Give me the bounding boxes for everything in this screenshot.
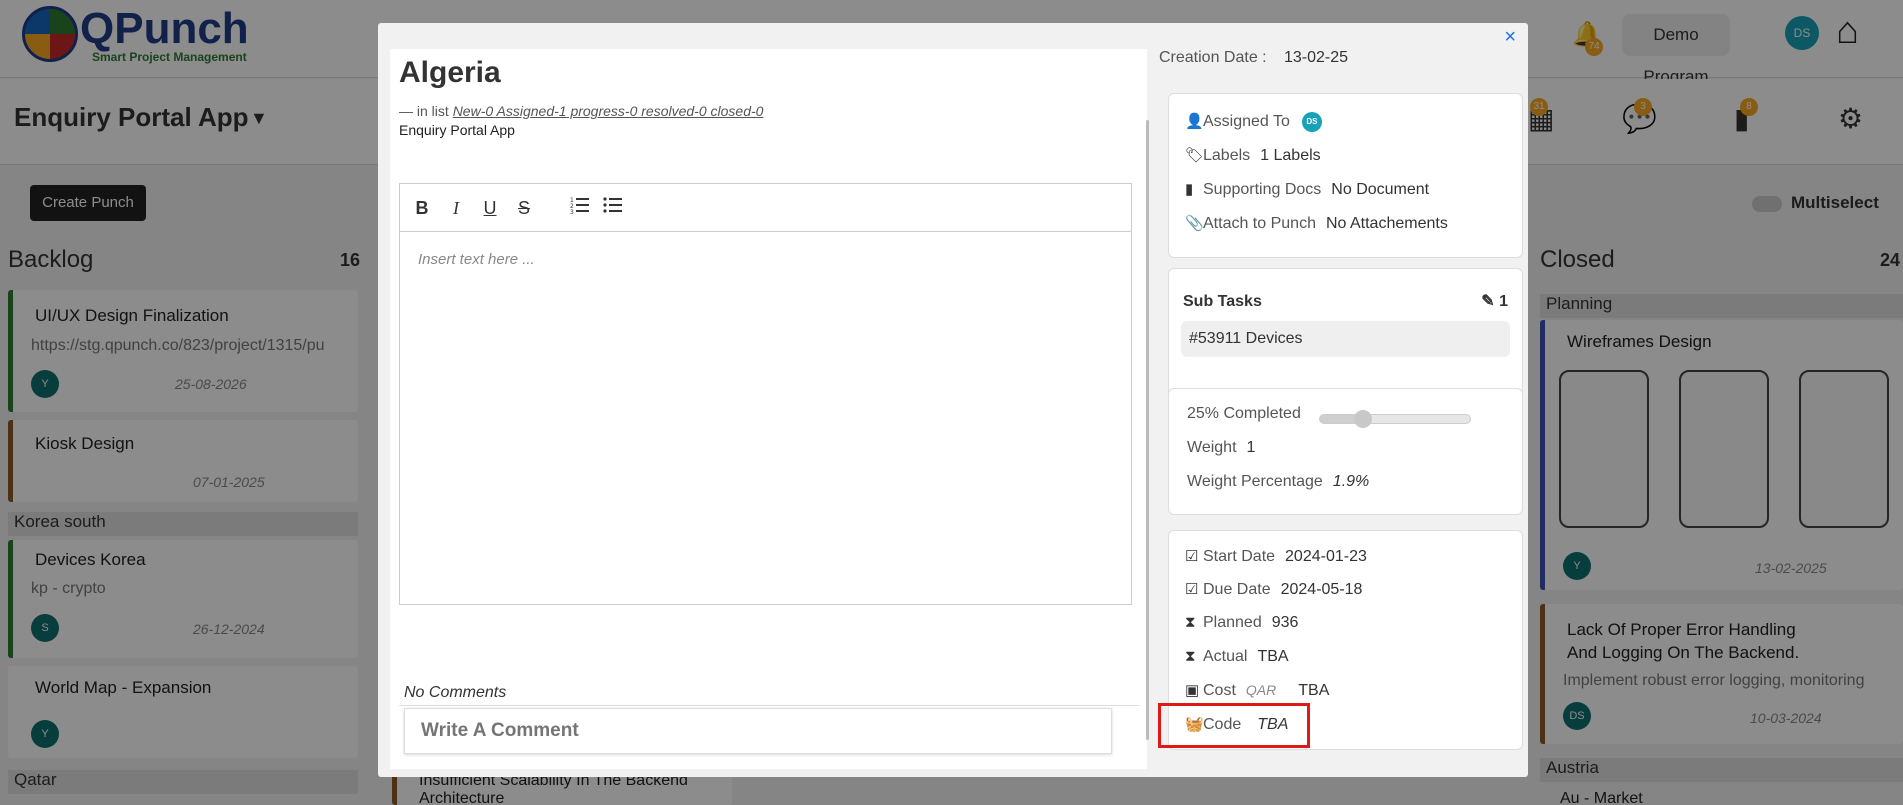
weight-row: Weight 1 (1187, 439, 1255, 457)
hourglass-icon: ⧗ (1185, 648, 1196, 665)
divider (399, 705, 1139, 706)
bullet-list-icon[interactable] (601, 196, 625, 220)
file-icon: ▮ (1185, 181, 1194, 198)
no-comments-text: No Comments (404, 684, 507, 701)
subtasks-title: Sub Tasks (1183, 293, 1262, 310)
scrollbar[interactable] (1146, 120, 1149, 740)
due-date-value: 2024-05-18 (1280, 581, 1363, 598)
docs-value: No Document (1331, 181, 1430, 198)
details-panel: 👤Assigned To DS 🏷Labels 1 Labels ▮ Supporti… (1168, 93, 1523, 258)
code-highlight-box (1158, 703, 1310, 748)
hourglass-icon: ⧗ (1185, 614, 1196, 631)
assigned-label: Assigned To (1203, 113, 1290, 131)
task-title[interactable]: Algeria (399, 56, 501, 90)
weight-pct-value: 1.9% (1332, 473, 1370, 490)
start-date-label: Start Date (1203, 548, 1276, 565)
subtask-item[interactable]: #53911 Devices (1181, 321, 1510, 357)
task-main-pane: Algeria — in list New-0 Assigned-1 progr… (390, 49, 1147, 769)
creation-date-value: 13-02-25 (1284, 49, 1349, 66)
docs-label: Supporting Docs (1203, 181, 1322, 198)
weight-value[interactable]: 1 (1247, 439, 1256, 456)
actual-row[interactable]: ⧗ Actual TBA (1185, 648, 1289, 666)
attach-label: Attach to Punch (1203, 215, 1316, 232)
task-detail-modal: × Algeria — in list New-0 Assigned-1 pro… (378, 23, 1528, 777)
subtasks-count[interactable]: ✎ 1 (1481, 291, 1508, 311)
user-icon: 👤 (1185, 113, 1204, 131)
weight-pct-label: Weight Percentage (1187, 473, 1323, 490)
slider-handle[interactable] (1354, 410, 1372, 428)
edit-icon: ✎ (1481, 293, 1500, 310)
progress-slider[interactable] (1319, 410, 1471, 428)
attach-row[interactable]: 📎Attach to Punch No Attachements (1185, 214, 1448, 233)
list-status-link[interactable]: New-0 Assigned-1 progress-0 resolved-0 c… (453, 103, 764, 119)
cost-label: Cost (1203, 682, 1236, 699)
comment-input[interactable] (404, 708, 1112, 754)
underline-button[interactable]: U (478, 196, 502, 220)
editor-placeholder: Insert text here ... (418, 251, 535, 268)
start-date-row[interactable]: ☑ Start Date 2024-01-23 (1185, 547, 1367, 566)
ordered-list-icon[interactable]: 123 (568, 196, 592, 220)
start-date-value: 2024-01-23 (1285, 548, 1367, 565)
cost-currency: QAR (1245, 682, 1277, 698)
due-date-row[interactable]: ☑ Due Date 2024-05-18 (1185, 580, 1362, 599)
planned-value: 936 (1271, 614, 1299, 631)
attach-value: No Attachements (1325, 215, 1448, 232)
italic-button[interactable]: I (444, 196, 468, 220)
actual-value: TBA (1257, 648, 1289, 665)
calendar-check-icon: ☑ (1185, 548, 1199, 565)
calendar-check-icon: ☑ (1185, 581, 1199, 598)
subtasks-panel: Sub Tasks ✎ 1 #53911 Devices (1168, 268, 1523, 408)
planned-label: Planned (1203, 614, 1262, 631)
actual-label: Actual (1203, 648, 1248, 665)
cost-value: TBA (1298, 682, 1330, 699)
weight-pct-row: Weight Percentage 1.9% (1187, 473, 1369, 491)
list-info: — in list New-0 Assigned-1 progress-0 re… (399, 103, 763, 119)
bold-button[interactable]: B (410, 196, 434, 220)
subtasks-count-value: 1 (1499, 293, 1508, 310)
task-details-pane: Creation Date : 13-02-25 👤Assigned To DS … (1159, 23, 1528, 777)
editor-toolbar: B I U S 123 (400, 184, 1131, 232)
progress-panel: 25% Completed Weight 1 Weight Percentage 1… (1168, 388, 1523, 515)
project-name: Enquiry Portal App (399, 122, 515, 138)
list-prefix: — in list (399, 103, 449, 119)
completed-label: 25% Completed (1187, 405, 1301, 422)
svg-text:3: 3 (570, 209, 574, 214)
tags-icon: 🏷 (1185, 147, 1205, 164)
paperclip-icon: 📎 (1185, 215, 1204, 232)
due-date-label: Due Date (1203, 581, 1271, 598)
assigned-row[interactable]: 👤Assigned To DS (1185, 112, 1322, 132)
weight-label: Weight (1187, 439, 1237, 456)
strikethrough-button[interactable]: S (512, 196, 536, 220)
labels-value: 1 Labels (1260, 147, 1321, 164)
avatar[interactable]: DS (1301, 112, 1322, 132)
labels-label: Labels (1203, 147, 1251, 164)
creation-date-label: Creation Date : (1159, 49, 1267, 66)
planned-row[interactable]: ⧗ Planned 936 (1185, 614, 1298, 632)
docs-row[interactable]: ▮ Supporting Docs No Document (1185, 180, 1429, 199)
money-icon: ▣ (1185, 682, 1200, 699)
cost-row[interactable]: ▣ Cost QAR TBA (1185, 681, 1329, 700)
description-editor[interactable]: B I U S 123 Insert text here ... (399, 183, 1132, 605)
labels-row[interactable]: 🏷Labels 1 Labels (1185, 146, 1321, 165)
